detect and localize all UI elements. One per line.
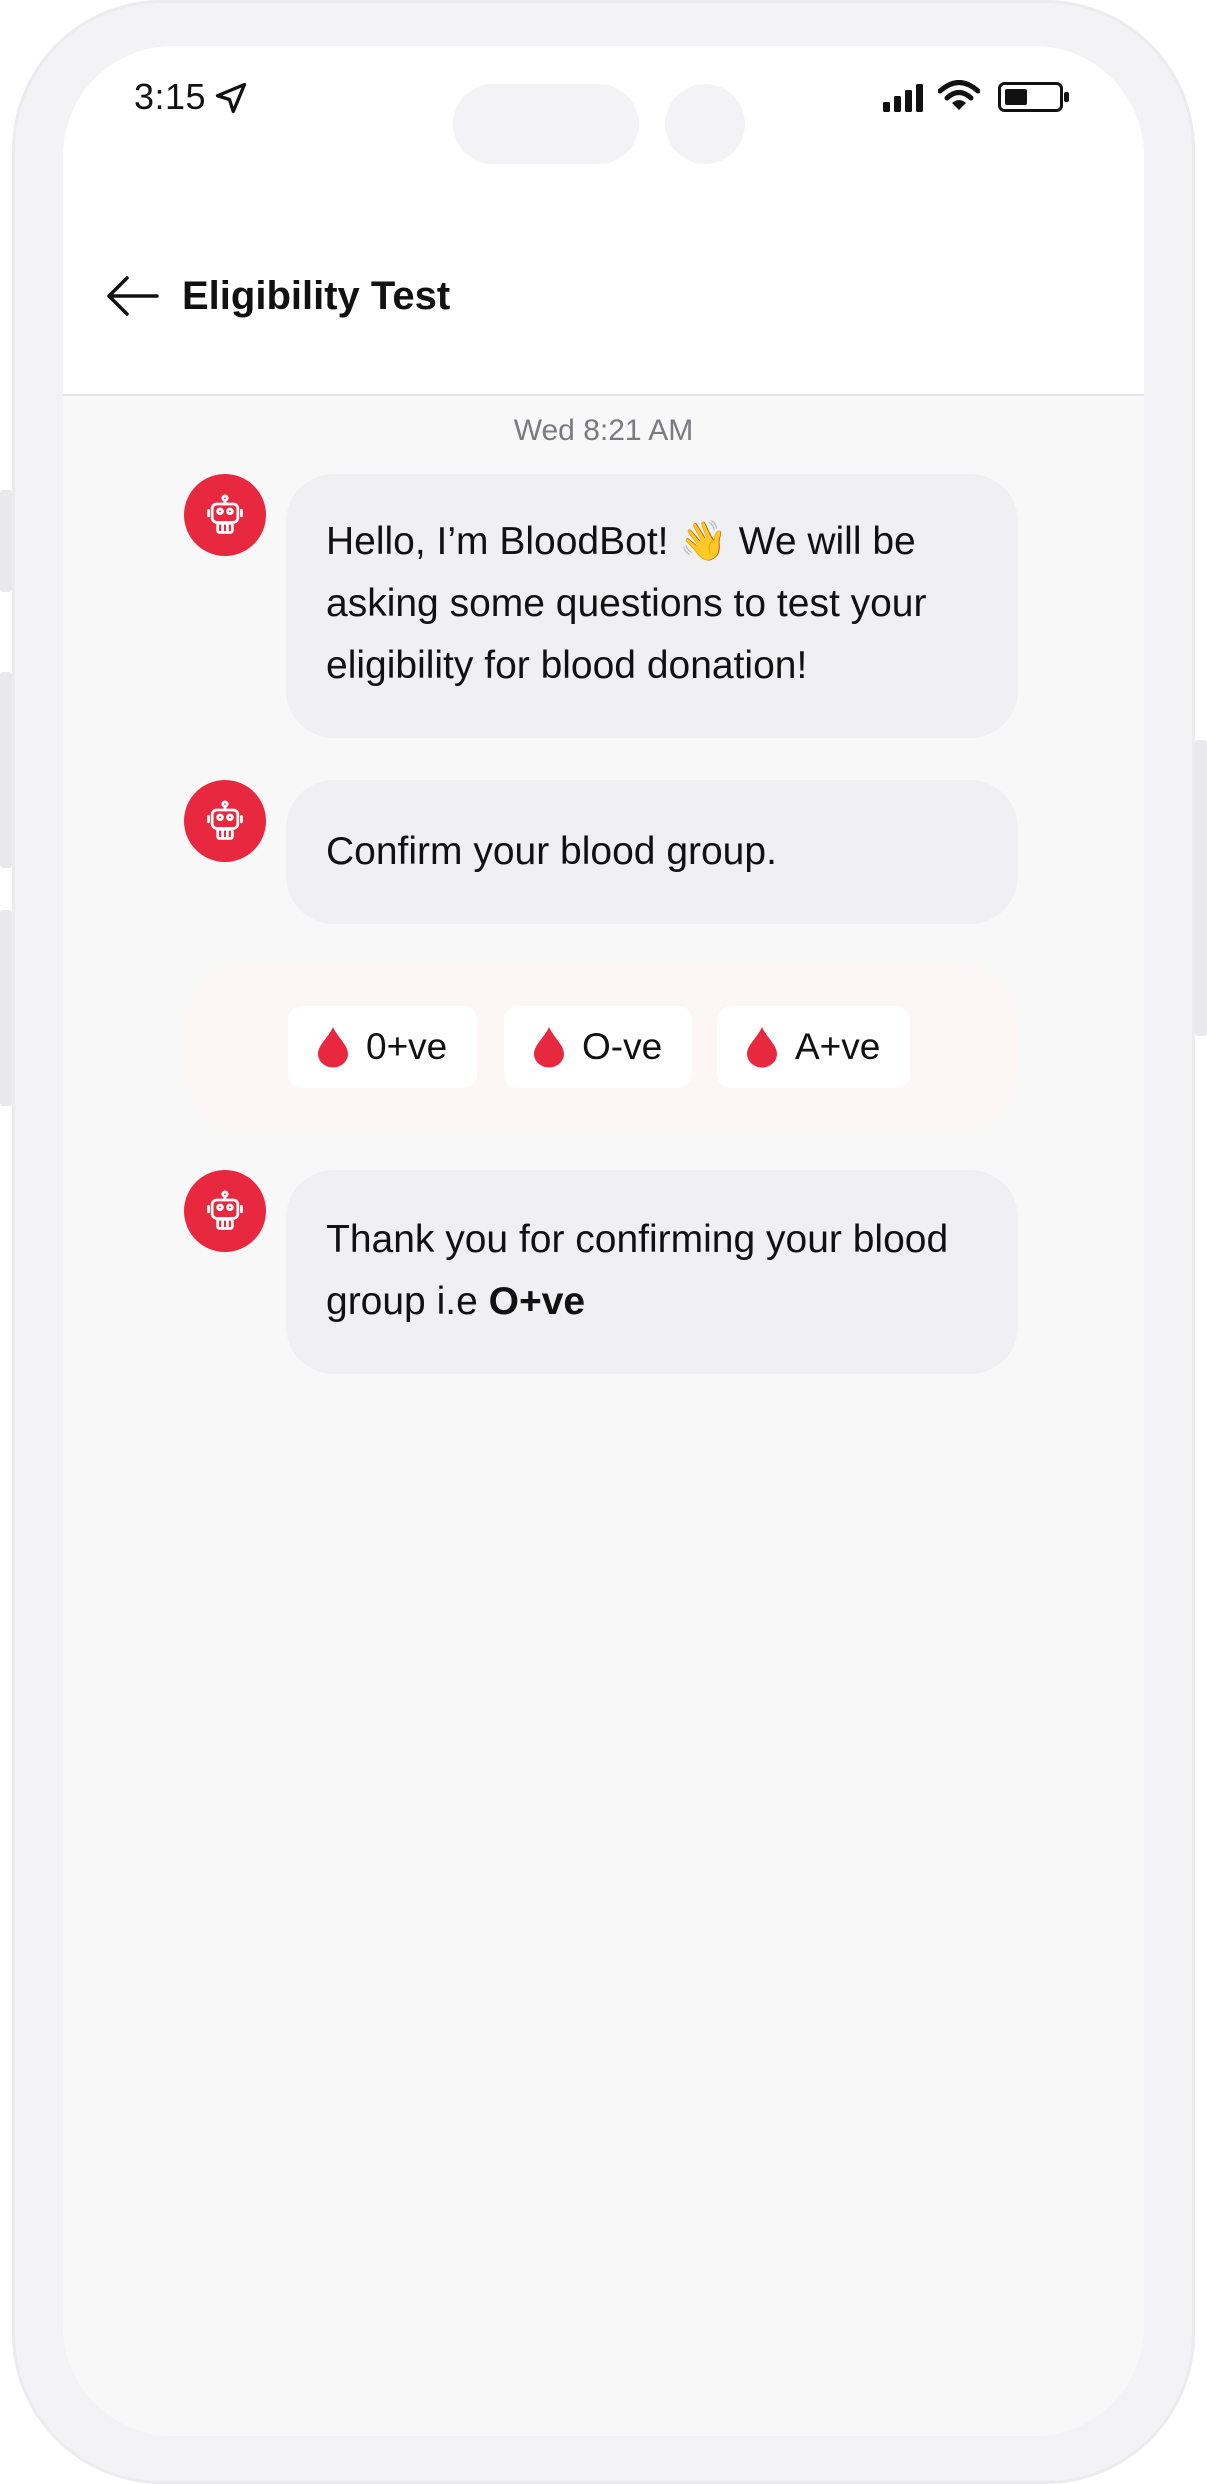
message-text: Hello, I’m BloodBot! bbox=[326, 520, 680, 563]
location-arrow-icon bbox=[215, 82, 247, 114]
chat-timestamp: Wed 8:21 AM bbox=[513, 414, 694, 447]
blood-drop-icon bbox=[318, 1027, 348, 1068]
robot-icon bbox=[207, 494, 243, 534]
side-button-mute bbox=[0, 490, 12, 592]
bot-message: Thank you for confirming your blood grou… bbox=[286, 1170, 1018, 1374]
bot-message: Hello, I’m BloodBot! 👋 We will be asking… bbox=[286, 474, 1018, 738]
bot-avatar bbox=[184, 474, 266, 556]
blood-group-options: 0+ve O-ve A+ve bbox=[184, 964, 1018, 1130]
message-text: Confirm your blood group. bbox=[326, 830, 777, 873]
dynamic-island-right bbox=[665, 84, 745, 164]
confirmed-blood-group: O+ve bbox=[488, 1280, 586, 1323]
wifi-icon bbox=[938, 80, 980, 110]
option-label: 0+ve bbox=[366, 1026, 448, 1067]
bot-avatar bbox=[184, 780, 266, 862]
bot-avatar bbox=[184, 1170, 266, 1252]
side-button-volume-down bbox=[0, 910, 12, 1106]
blood-drop-icon bbox=[747, 1027, 777, 1068]
option-a-pos[interactable]: A+ve bbox=[717, 1006, 911, 1088]
phone-screen: 3:15 Eligibility Test Wed 8:21 AM Hello,… bbox=[63, 46, 1144, 2436]
signal-icon bbox=[883, 84, 923, 112]
app-header: Eligibility Test bbox=[63, 206, 1144, 396]
status-time: 3:15 bbox=[134, 76, 207, 117]
page-title: Eligibility Test bbox=[182, 274, 451, 318]
bot-message: Confirm your blood group. bbox=[286, 780, 1018, 924]
message-text: Thank you for confirming your blood grou… bbox=[326, 1218, 949, 1323]
side-button-power bbox=[1195, 740, 1207, 1036]
option-o-neg[interactable]: O-ve bbox=[504, 1006, 693, 1088]
blood-drop-icon bbox=[534, 1027, 564, 1068]
battery-icon bbox=[998, 82, 1069, 112]
option-label: O-ve bbox=[582, 1026, 663, 1067]
dynamic-island-left bbox=[453, 84, 639, 164]
side-button-volume-up bbox=[0, 672, 12, 868]
robot-icon bbox=[207, 800, 243, 840]
option-label: A+ve bbox=[795, 1026, 881, 1067]
status-bar: 3:15 bbox=[63, 46, 1144, 206]
wave-emoji: 👋 bbox=[679, 520, 728, 563]
robot-icon bbox=[207, 1190, 243, 1230]
arrow-left-icon[interactable] bbox=[103, 271, 161, 321]
option-0-pos[interactable]: 0+ve bbox=[288, 1006, 478, 1088]
